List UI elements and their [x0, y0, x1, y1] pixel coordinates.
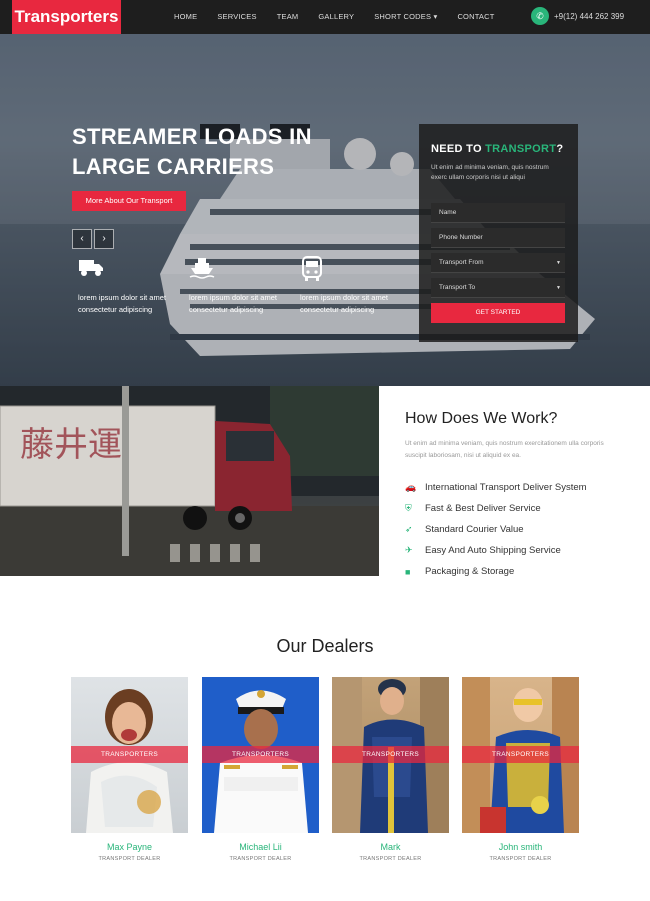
dealers-title: Our Dealers — [276, 636, 374, 656]
how-list: 🚗 International Transport Deliver System … — [405, 477, 587, 582]
transport-from-select[interactable]: Transport From ▼ — [431, 253, 565, 273]
rocket-icon: ➶ — [405, 524, 413, 534]
how-item-label: International Transport Deliver System — [425, 482, 587, 493]
dealer-card[interactable]: TRANSPORTERS Max Payne TRANSPORT DEALER — [71, 677, 188, 862]
dealer-card[interactable]: TRANSPORTERS John smith TRANSPORT DEALER — [462, 677, 579, 862]
feature-text: lorem ipsum dolor sit amet consectetur a… — [78, 293, 166, 314]
dealer-role: TRANSPORT DEALER — [359, 856, 422, 862]
dealer-band: TRANSPORTERS — [332, 746, 449, 763]
caret-down-icon: ▼ — [556, 260, 561, 266]
phone-input[interactable]: Phone Number — [431, 228, 565, 248]
feature-truck: lorem ipsum dolor sit amet consectetur a… — [78, 256, 168, 316]
dealer-name[interactable]: Max Payne — [71, 842, 188, 852]
caret-down-icon: ▼ — [556, 285, 561, 291]
more-about-button[interactable]: More About Our Transport — [72, 191, 186, 211]
bus-icon — [300, 256, 390, 282]
caret-down-icon: ▾ — [433, 12, 438, 21]
feature-text: lorem ipsum dolor sit amet consectetur a… — [189, 293, 277, 314]
next-arrow-icon[interactable]: › — [94, 229, 114, 249]
how-item: ■ Packaging & Storage — [405, 561, 587, 582]
name-input[interactable]: Name — [431, 203, 565, 223]
how-description: Ut enim ad minima veniam, quis nostrum e… — [405, 440, 604, 459]
dealer-card[interactable]: TRANSPORTERS Mark TRANSPORT DEALER — [332, 677, 449, 862]
dealer-photo: TRANSPORTERS — [332, 677, 449, 833]
truck-icon: ■ — [405, 566, 411, 577]
dealer-band: TRANSPORTERS — [202, 746, 319, 763]
prev-arrow-icon[interactable]: ‹ — [72, 229, 92, 249]
nav-gallery[interactable]: GALLERY — [308, 0, 364, 34]
how-item: ✈ Easy And Auto Shipping Service — [405, 540, 587, 561]
transport-to-select[interactable]: Transport To ▼ — [431, 278, 565, 298]
svg-text:藤井運: 藤井運 — [20, 425, 122, 465]
ship-icon — [189, 256, 279, 282]
nav-home[interactable]: HOME — [164, 0, 207, 34]
phone-number: +9(12) 444 262 399 — [554, 12, 625, 21]
form-description: Ut enim ad minima veniam, quis nostrum e… — [431, 164, 549, 181]
dealer-name[interactable]: Mark — [332, 842, 449, 852]
hero-title-line1: STREAMER LOADS IN — [72, 124, 312, 149]
dealer-band: TRANSPORTERS — [71, 746, 188, 763]
slider-arrows: ‹ › — [72, 229, 114, 249]
plane-icon: ✈ — [405, 545, 413, 555]
nav-short-codes[interactable]: SHORT CODES ▾ — [364, 0, 447, 34]
car-icon: 🚗 — [405, 482, 417, 492]
truck-illustration: 藤井運 — [0, 386, 379, 576]
feature-ship: lorem ipsum dolor sit amet consectetur a… — [189, 256, 279, 316]
dealer-role: TRANSPORT DEALER — [229, 856, 292, 862]
feature-text: lorem ipsum dolor sit amet consectetur a… — [300, 293, 388, 314]
how-we-work-section: How Does We Work? Ut enim ad minima veni… — [379, 386, 650, 577]
hero-section: STREAMER LOADS IN LARGE CARRIERS More Ab… — [0, 34, 650, 386]
how-item: 🚗 International Transport Deliver System — [405, 477, 587, 498]
nav-team[interactable]: TEAM — [267, 0, 309, 34]
dealer-role: TRANSPORT DEALER — [98, 856, 161, 862]
dealer-role: TRANSPORT DEALER — [489, 856, 552, 862]
dealer-photo: TRANSPORTERS — [202, 677, 319, 833]
how-item-label: Easy And Auto Shipping Service — [425, 545, 561, 556]
transport-from-label: Transport From — [439, 259, 484, 266]
dealer-name[interactable]: John smith — [462, 842, 579, 852]
transport-request-form: NEED TO TRANSPORT? Ut enim ad minima ven… — [419, 124, 578, 342]
hero-title: STREAMER LOADS IN LARGE CARRIERS — [72, 122, 392, 182]
truck-photo: 藤井運 — [0, 386, 379, 576]
form-title-prefix: NEED TO — [431, 143, 482, 155]
feature-bus: lorem ipsum dolor sit amet consectetur a… — [300, 256, 390, 316]
dealer-photo: TRANSPORTERS — [462, 677, 579, 833]
nav-services[interactable]: SERVICES — [207, 0, 266, 34]
how-item-label: Fast & Best Deliver Service — [425, 503, 541, 514]
how-item-label: Packaging & Storage — [425, 566, 515, 577]
transport-to-label: Transport To — [439, 284, 476, 291]
form-title-suffix: ? — [556, 143, 564, 155]
shield-icon: ⛨ — [405, 503, 412, 513]
main-menu: HOME SERVICES TEAM GALLERY SHORT CODES ▾… — [164, 0, 505, 34]
how-item: ⛨ Fast & Best Deliver Service — [405, 498, 587, 519]
site-logo[interactable]: Transporters — [12, 0, 121, 34]
form-title-highlight: TRANSPORT — [485, 143, 557, 155]
dealer-name[interactable]: Michael Lii — [202, 842, 319, 852]
form-title: NEED TO TRANSPORT? — [431, 143, 566, 155]
phone-icon: ✆ — [531, 7, 549, 25]
how-item: ➶ Standard Courier Value — [405, 519, 587, 540]
top-navbar: Transporters HOME SERVICES TEAM GALLERY … — [0, 0, 650, 34]
get-started-button[interactable]: GET STARTED — [431, 303, 565, 323]
how-item-label: Standard Courier Value — [425, 524, 524, 535]
truck-icon — [78, 256, 168, 282]
nav-contact[interactable]: CONTACT — [447, 0, 504, 34]
dealer-photo: TRANSPORTERS — [71, 677, 188, 833]
dealer-band: TRANSPORTERS — [462, 746, 579, 763]
hero-title-line2: LARGE CARRIERS — [72, 154, 275, 179]
dealer-card[interactable]: TRANSPORTERS Michael Lii TRANSPORT DEALE… — [202, 677, 319, 862]
nav-short-codes-label: SHORT CODES — [374, 12, 432, 21]
how-title: How Does We Work? — [405, 410, 558, 427]
